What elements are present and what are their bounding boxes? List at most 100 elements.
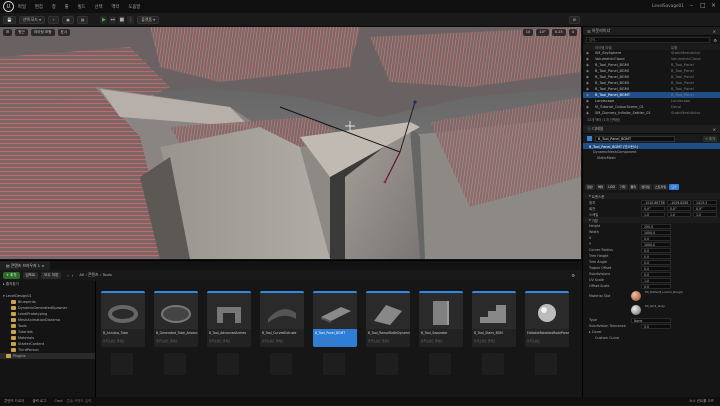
launch-icon[interactable]: ⋮: [127, 15, 135, 24]
param-field[interactable]: 1000.0: [641, 241, 671, 247]
material-a[interactable]: MI_Default_Lumin_Rough: [645, 290, 683, 294]
param-field[interactable]: 0.0: [641, 283, 671, 289]
component-mesh[interactable]: StaticMesh: [583, 155, 720, 161]
save-button[interactable]: 💾: [3, 15, 16, 24]
eye-icon[interactable]: ◉: [586, 69, 589, 73]
location-y[interactable]: -1009.6285: [667, 199, 691, 205]
rotation-x[interactable]: 0.0°: [641, 205, 665, 211]
eye-icon[interactable]: ◉: [586, 111, 589, 115]
close-icon[interactable]: ×: [711, 2, 716, 9]
content-browser-tab[interactable]: ▤ 콘텐츠 브라우저 1 ×: [0, 261, 51, 270]
param-field[interactable]: 0.0: [641, 247, 671, 253]
subdiv-field[interactable]: 0.0: [641, 323, 671, 329]
asset-placeholder[interactable]: [535, 353, 557, 375]
level-viewport[interactable]: ☰ 원근 라이팅 포함 표시 10 10° 0.25 4: [0, 27, 581, 259]
filter-tab[interactable]: LOD: [606, 183, 617, 190]
filter-tab[interactable]: 일반: [585, 183, 595, 190]
param-field[interactable]: 0.0: [641, 271, 671, 277]
eye-icon[interactable]: ◉: [586, 105, 589, 109]
lit-button[interactable]: 라이팅 포함: [30, 28, 55, 36]
close-icon[interactable]: ×: [713, 127, 716, 132]
param-field[interactable]: 1.0: [641, 277, 671, 283]
collision-select[interactable]: None: [631, 317, 671, 323]
location-x[interactable]: -1510.66778: [641, 199, 665, 205]
breadcrumb-item[interactable]: Tools: [102, 272, 111, 277]
asset-tile[interactable]: B_Annulus_Tube 블루프린트 클래스: [101, 291, 145, 347]
settings-icon[interactable]: ⚙: [571, 273, 575, 278]
param-field[interactable]: 0.0: [641, 265, 671, 271]
menu-item[interactable]: 창: [52, 5, 56, 10]
scale-z[interactable]: 1.0: [693, 211, 717, 217]
asset-placeholder[interactable]: [376, 353, 398, 375]
cmd-selector[interactable]: Cmd: [54, 399, 62, 403]
asset-placeholder[interactable]: [217, 353, 239, 375]
outliner-search-input[interactable]: 검색...: [586, 37, 711, 43]
filter-tab[interactable]: 렌더링: [639, 183, 652, 190]
filter-icon[interactable]: ⚙: [713, 38, 717, 43]
param-field[interactable]: 1000.0: [641, 229, 671, 235]
simulate-icon[interactable]: ⏭: [109, 15, 117, 24]
import-button[interactable]: 임포트: [22, 271, 39, 279]
param-field[interactable]: 0.0: [641, 235, 671, 241]
back-icon[interactable]: ‹: [67, 273, 69, 278]
scale-x[interactable]: 1.0: [641, 211, 665, 217]
scale-y[interactable]: 1.0: [667, 211, 691, 217]
unreal-logo-icon[interactable]: U: [3, 1, 14, 12]
asset-placeholder[interactable]: [164, 353, 186, 375]
menu-item[interactable]: 선택: [95, 5, 103, 10]
outliner-row[interactable]: ◉ SM_Dummy_Infinite_Settler_01 StaticMeshA…: [583, 110, 720, 116]
menu-item[interactable]: 파일: [18, 5, 26, 10]
eye-icon[interactable]: ◉: [586, 57, 589, 61]
eye-icon[interactable]: ◉: [586, 51, 589, 55]
scale-snap-button[interactable]: 0.25: [551, 28, 566, 36]
menu-item[interactable]: 빌드: [78, 5, 86, 10]
asset-tile[interactable]: B_Tool_Separator 블루프린트 클래스: [419, 291, 463, 347]
actor-name-input[interactable]: B_Tool_Panel_BGMT: [595, 135, 675, 142]
eye-icon[interactable]: ◉: [586, 87, 589, 91]
content-drawer-button[interactable]: 콘텐츠 드로어: [4, 399, 24, 404]
viewport-scene[interactable]: [0, 27, 581, 259]
menu-item[interactable]: 툴: [65, 5, 69, 10]
save-all-button[interactable]: 모두 저장: [41, 271, 62, 279]
asset-tile[interactable]: B_Tool_Panel_BGMT 블루프린트 클래스: [313, 291, 357, 347]
favorites-row[interactable]: ▸ 즐겨찾기: [0, 281, 95, 287]
material-sphere-icon[interactable]: [631, 291, 641, 301]
asset-placeholder[interactable]: [429, 353, 451, 375]
filter-tab[interactable]: 물리: [628, 183, 639, 190]
mode-select[interactable]: 선택 모드 ▾: [18, 15, 46, 24]
asset-tile[interactable]: EditableRotationModeParam 블루프린트: [525, 291, 569, 347]
asset-placeholder[interactable]: [111, 353, 133, 375]
col-type[interactable]: 유형: [671, 45, 677, 50]
perspective-button[interactable]: 원근: [15, 28, 28, 36]
asset-tile[interactable]: B_Tool_CurvedExtrude 블루프린트 클래스: [260, 291, 304, 347]
asset-placeholder[interactable]: [270, 353, 292, 375]
filter-tab[interactable]: 기타: [617, 183, 628, 190]
material-sphere-icon[interactable]: [631, 305, 641, 315]
material-b[interactable]: MI_Grid_Gray: [645, 304, 665, 308]
param-field[interactable]: 200.0: [641, 223, 671, 229]
cinematics-button[interactable]: ▤: [76, 15, 89, 24]
stop-icon[interactable]: ■: [118, 15, 126, 24]
console-input[interactable]: 콘솔 커맨드 입력: [67, 399, 92, 404]
folder-row[interactable]: Plugins: [0, 353, 95, 359]
forward-icon[interactable]: ›: [72, 273, 74, 278]
eye-icon[interactable]: ◉: [586, 93, 589, 97]
output-log-button[interactable]: 출력 로그: [32, 399, 46, 404]
asset-placeholder[interactable]: [323, 353, 345, 375]
param-field[interactable]: 0.0: [641, 253, 671, 259]
blueprint-button[interactable]: ▣: [62, 15, 74, 24]
add-actor-button[interactable]: +: [48, 15, 60, 24]
menu-item[interactable]: 편집: [35, 5, 43, 10]
add-button[interactable]: + 추가: [3, 271, 20, 279]
grid-snap-button[interactable]: 10: [522, 28, 534, 36]
asset-tile[interactable]: B_Tool_AdvancedArches 블루프린트 클래스: [207, 291, 251, 347]
asset-tile[interactable]: B_Tool_RampWidthDynamic 블루프린트 클래스: [366, 291, 410, 347]
source-control-button[interactable]: 소스 컨트롤 오프: [689, 399, 714, 404]
custom-curve-row[interactable]: Custom Curve: [583, 335, 720, 341]
rotation-z[interactable]: 0.0°: [693, 205, 717, 211]
asset-tile[interactable]: B_Generated_Tube_Advanced 블루프린트 클래스: [154, 291, 198, 347]
viewport-options-button[interactable]: ☰: [3, 28, 13, 36]
eye-icon[interactable]: ◉: [586, 63, 589, 67]
minimize-icon[interactable]: –: [690, 2, 693, 9]
menu-item[interactable]: 액터: [112, 5, 120, 10]
